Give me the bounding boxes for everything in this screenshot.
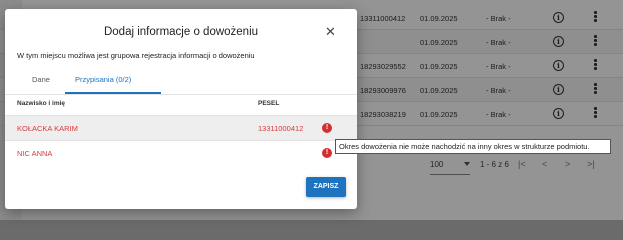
name-cell: KOŁACKA KARIM [17,124,78,133]
error-icon[interactable]: ! [322,123,332,133]
add-transport-info-dialog: Dodaj informacje o dowożeniu ✕ W tym mie… [5,9,357,209]
column-header-name: Nazwisko i imię [17,100,66,107]
pesel-cell: 13311000412 [258,124,304,133]
tab-przypisania[interactable]: Przypisania (0/2) [75,75,131,84]
tabs-divider [5,94,357,95]
table-row[interactable]: NIC ANNA ! [5,141,357,165]
save-button[interactable]: ZAPISZ [306,177,346,197]
table-row[interactable]: KOŁACKA KARIM 13311000412 ! [5,116,357,140]
dialog-description: W tym miejscu możliwa jest grupowa rejes… [17,51,255,60]
dialog-title: Dodaj informacje o dowożeniu [103,26,259,38]
error-icon[interactable]: ! [322,148,332,158]
column-header-pesel: PESEL [258,100,280,107]
close-icon[interactable]: ✕ [325,24,336,40]
tab-dane[interactable]: Dane [32,75,50,84]
error-tooltip: Okres dowożenia nie może nachodzić na in… [335,139,611,154]
name-cell: NIC ANNA [17,149,53,158]
